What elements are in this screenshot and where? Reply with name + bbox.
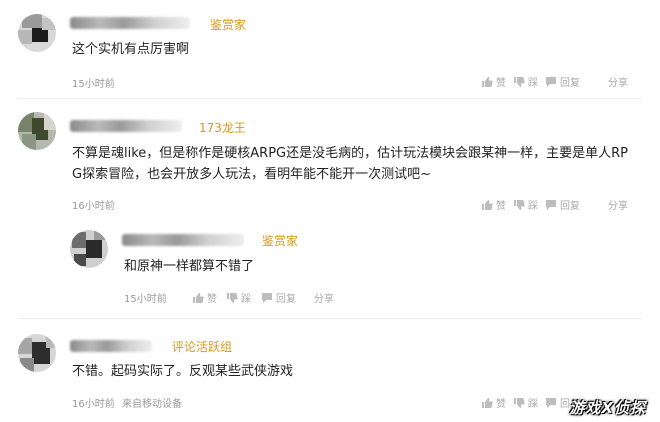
reply-label: 回复 <box>276 294 296 305</box>
comment-2: 173龙王 不算是魂like，但是称作是硬核ARPG还是没毛病的，估计玩法模块会… <box>0 100 660 220</box>
share-button[interactable]: 分享 <box>314 290 334 305</box>
avatar[interactable] <box>18 112 56 150</box>
comment-text-line-2: G探索冒险，也会开放多人玩法，看明年能不能开一次测试吧~ <box>72 167 431 182</box>
comment-time: 16小时前 <box>72 399 115 410</box>
dislike-label: 踩 <box>528 201 538 212</box>
comment-time: 16小时前 <box>72 201 115 212</box>
reply-label: 回复 <box>560 201 580 212</box>
user-badge: 鉴赏家 <box>262 234 299 248</box>
thumbs-up-icon <box>193 292 204 303</box>
user-badge: 鉴赏家 <box>210 18 247 32</box>
avatar[interactable] <box>18 14 56 52</box>
username-blurred[interactable] <box>70 17 190 29</box>
avatar[interactable] <box>70 230 108 268</box>
comment-time: 15小时前 <box>124 294 167 305</box>
username-blurred[interactable] <box>70 120 182 132</box>
dislike-button[interactable]: 踩 <box>513 74 538 89</box>
dislike-label: 踩 <box>241 294 251 305</box>
reply-icon <box>546 199 556 210</box>
dislike-label: 踩 <box>528 78 538 89</box>
reply-button[interactable]: 回复 <box>545 197 580 212</box>
comment-text: 和原神一样都算不错了 <box>124 259 255 274</box>
thumbs-down-icon <box>514 76 525 87</box>
dislike-label: 踩 <box>528 399 538 410</box>
reply-label: 回复 <box>560 78 580 89</box>
thumbs-up-icon <box>482 76 493 87</box>
comment-text: 这个实机有点厉害啊 <box>72 42 190 57</box>
like-button[interactable]: 赞 <box>192 290 217 305</box>
thumbs-up-icon <box>482 397 493 408</box>
reply-icon <box>262 292 272 303</box>
share-button[interactable]: 分享 <box>608 74 628 89</box>
username-blurred[interactable] <box>70 340 152 352</box>
comment-1: 鉴赏家 这个实机有点厉害啊 15小时前 赞 踩 回复 分享 <box>0 0 660 96</box>
username-blurred[interactable] <box>122 234 244 246</box>
dislike-button[interactable]: 踩 <box>513 197 538 212</box>
comment-text: 不错。起码实际了。反观某些武侠游戏 <box>72 364 294 379</box>
dislike-button[interactable]: 踩 <box>513 395 538 410</box>
share-button[interactable]: 分享 <box>608 197 628 212</box>
comment-time: 15小时前 <box>72 79 115 90</box>
divider <box>18 98 642 99</box>
like-button[interactable]: 赞 <box>481 395 506 410</box>
reply-icon <box>546 397 556 408</box>
like-label: 赞 <box>496 201 506 212</box>
site-watermark: 游戏X侦探 <box>569 399 646 417</box>
share-label: 分享 <box>314 294 334 305</box>
reply-button[interactable]: 回复 <box>261 290 296 305</box>
thumbs-up-icon <box>482 199 493 210</box>
thumbs-down-icon <box>514 199 525 210</box>
like-button[interactable]: 赞 <box>481 74 506 89</box>
thumbs-down-icon <box>514 397 525 408</box>
user-badge: 173龙王 <box>199 121 246 135</box>
like-label: 赞 <box>207 294 217 305</box>
reply-icon <box>546 76 556 87</box>
comment-source: 来自移动设备 <box>122 399 182 410</box>
like-label: 赞 <box>496 78 506 89</box>
divider <box>18 318 642 319</box>
like-label: 赞 <box>496 399 506 410</box>
share-label: 分享 <box>608 201 628 212</box>
dislike-button[interactable]: 踩 <box>226 290 251 305</box>
user-badge: 评论活跃组 <box>172 340 233 354</box>
reply-button[interactable]: 回复 <box>545 74 580 89</box>
share-label: 分享 <box>608 78 628 89</box>
thumbs-down-icon <box>227 292 238 303</box>
comment-4: 评论活跃组 不错。起码实际了。反观某些武侠游戏 16小时前 来自移动设备 赞 踩… <box>0 320 660 422</box>
like-button[interactable]: 赞 <box>481 197 506 212</box>
avatar[interactable] <box>18 334 56 372</box>
nested-reply: 鉴赏家 和原神一样都算不错了 15小时前 赞 踩 回复 分享 <box>0 222 660 312</box>
